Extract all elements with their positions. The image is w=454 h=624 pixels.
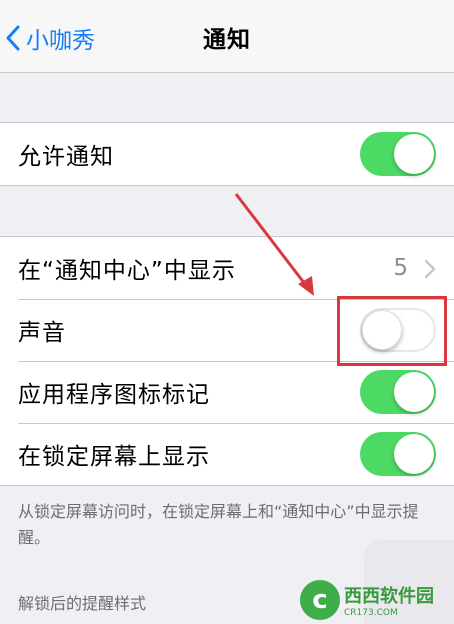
- show-on-lock-screen-label: 在锁定屏幕上显示: [18, 444, 210, 470]
- annotation-highlight-box: [337, 296, 447, 366]
- page-title: 通知: [203, 27, 251, 53]
- watermark: c 西西软件园 CR173.COM: [300, 578, 434, 622]
- chevron-right-icon: [424, 259, 436, 279]
- badge-app-icon-toggle[interactable]: [360, 370, 436, 414]
- show-on-lock-screen-toggle[interactable]: [360, 432, 436, 476]
- annotation-arrow-icon: [234, 193, 314, 296]
- toggle-knob: [394, 134, 434, 174]
- toggle-knob: [394, 434, 434, 474]
- notification-center-count: 5: [393, 255, 408, 281]
- sound-label: 声音: [18, 320, 66, 346]
- notification-center-label: 在“通知中心”中显示: [18, 258, 236, 284]
- toggle-knob: [394, 372, 434, 412]
- watermark-brand: 西西软件园: [344, 586, 434, 607]
- badge-app-icon-row: 应用程序图标标记: [0, 361, 454, 423]
- watermark-url: CR173.COM: [344, 608, 398, 618]
- alert-style-header: 解锁后的提醒样式: [18, 594, 147, 613]
- notification-center-row[interactable]: 在“通知中心”中显示 5: [0, 237, 454, 299]
- badge-app-icon-label: 应用程序图标标记: [18, 382, 210, 408]
- allow-notifications-label: 允许通知: [18, 144, 114, 170]
- lock-screen-footnote: 从锁定屏幕访问时，在锁定屏幕上和“通知中心”中显示提醒。: [18, 502, 419, 547]
- allow-notifications-toggle[interactable]: [360, 132, 436, 176]
- show-on-lock-screen-row: 在锁定屏幕上显示: [0, 423, 454, 485]
- watermark-logo-icon: c: [300, 580, 340, 620]
- allow-notifications-group: 允许通知: [0, 122, 454, 186]
- navigation-bar: 小咖秀 通知: [0, 0, 454, 73]
- allow-notifications-row: 允许通知: [0, 123, 454, 185]
